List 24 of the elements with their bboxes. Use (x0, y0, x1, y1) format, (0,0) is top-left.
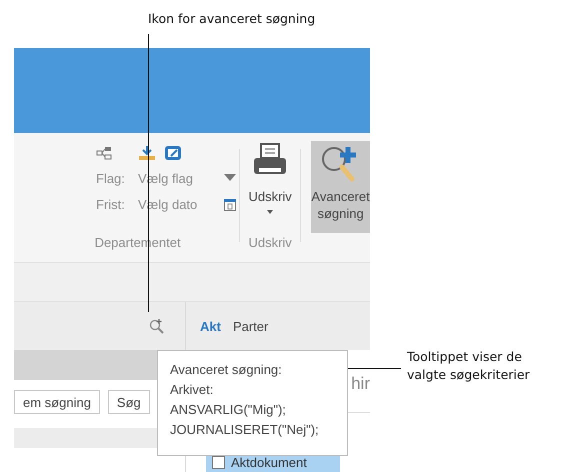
tooltip-text: ANSVARLIG("Mig"); (170, 401, 286, 419)
download-icon[interactable] (138, 145, 156, 161)
field-label: Flag: (96, 170, 126, 186)
dropdown-arrow-icon[interactable] (224, 174, 236, 182)
field-label: Frist: (96, 196, 126, 212)
tooltip-text: JOURNALISERET("Nej"); (170, 421, 319, 439)
caret-icon (267, 210, 274, 214)
advanced-search-icon[interactable] (149, 318, 165, 334)
tab[interactable]: Akt (196, 316, 225, 336)
tooltip-text: Arkivet: (170, 381, 214, 399)
tooltip-text: Avanceret søgning: (170, 361, 282, 379)
group-label: Udskriv (248, 235, 292, 250)
annotation-text: Tooltippet viser de valgte søgekriterier (407, 348, 531, 384)
calendar-icon[interactable] (224, 198, 236, 210)
annotation-text: Ikon for avanceret søgning (148, 11, 316, 26)
print-button[interactable]: Udskriv (244, 141, 296, 216)
search-button[interactable]: em søgning (14, 390, 100, 414)
edit-icon[interactable] (164, 145, 182, 161)
share-icon[interactable] (96, 146, 112, 160)
advanced-search-button[interactable]: Avanceret søgning (311, 141, 370, 233)
tab[interactable]: Parter (228, 316, 272, 336)
search-button[interactable]: Søg (108, 390, 150, 414)
checkbox[interactable] (212, 456, 225, 469)
heading: hir (351, 374, 370, 394)
